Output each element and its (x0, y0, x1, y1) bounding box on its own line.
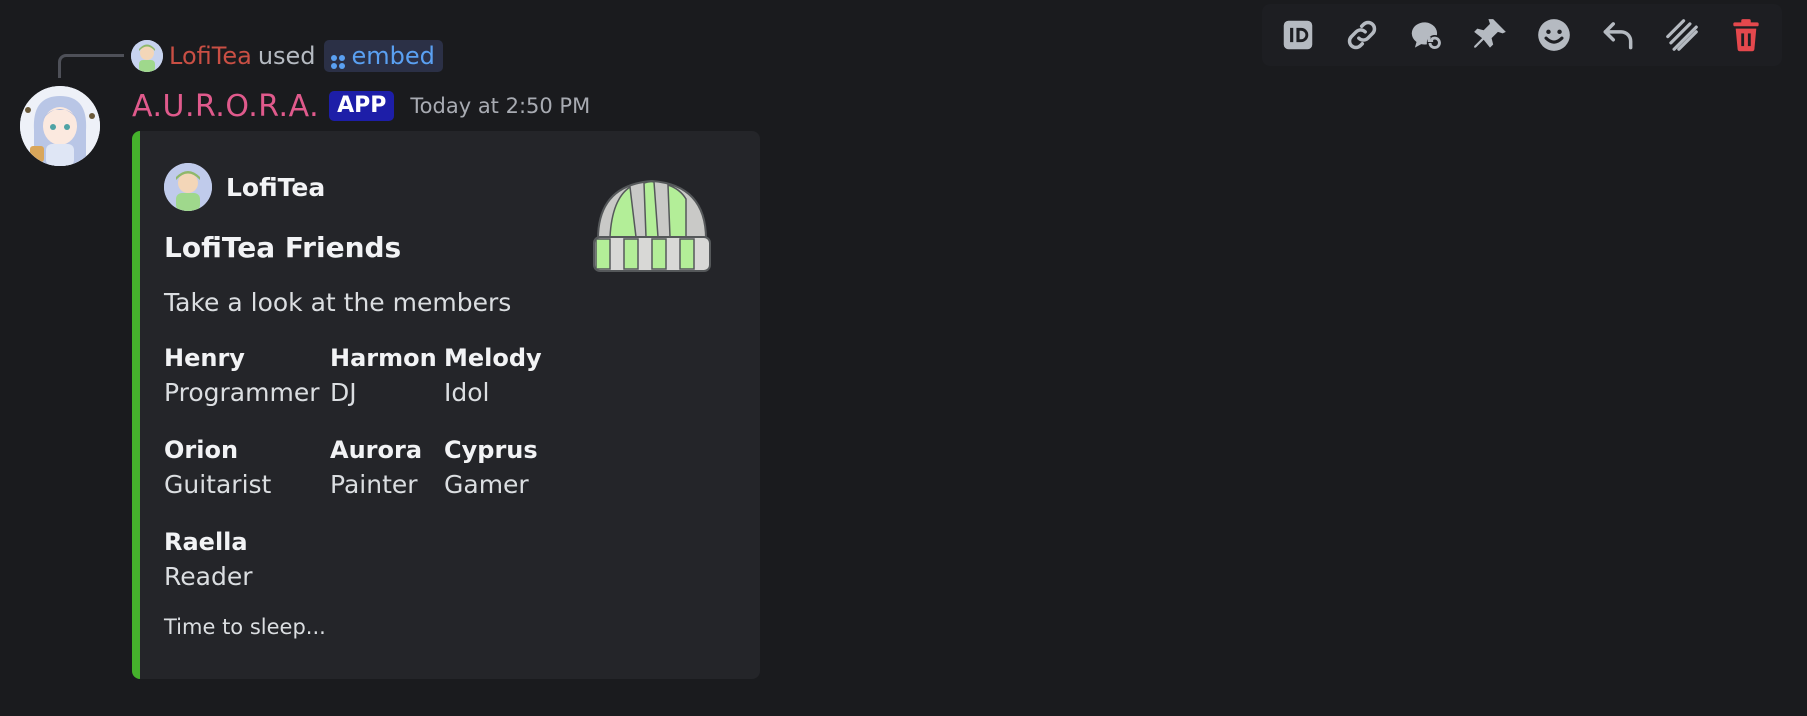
field-value: Idol (444, 378, 490, 407)
message-timestamp[interactable]: Today at 2:50 PM (410, 94, 590, 118)
field-name: Orion (164, 436, 239, 464)
field-name: Melody (444, 344, 542, 372)
message-row: LofiTea used embed A.U.R.O.R.A. APP Toda… (0, 0, 1807, 716)
embed-field: Aurora Painter (330, 433, 444, 503)
emoji-icon (1538, 19, 1570, 51)
field-name: Cyprus (444, 436, 538, 464)
pin-icon (1474, 19, 1506, 48)
embed-description: Take a look at the members (164, 288, 512, 317)
reply-spine (58, 54, 124, 78)
embed-field: Raella Reader (164, 525, 330, 595)
command-pill[interactable]: embed (323, 40, 443, 72)
bot-avatar[interactable] (20, 86, 100, 166)
delete-message-button[interactable] (1722, 11, 1770, 59)
embed-footer: Time to sleep... (164, 615, 326, 639)
copy-id-button[interactable] (1274, 11, 1322, 59)
field-value: Gamer (444, 470, 529, 499)
embed-thumbnail[interactable] (590, 175, 714, 279)
field-value: Reader (164, 562, 253, 591)
reply-used-text: used (257, 42, 316, 70)
pin-message-button[interactable] (1466, 11, 1514, 59)
message-header: A.U.R.O.R.A. APP Today at 2:50 PM (132, 86, 590, 126)
embed-field: Melody Idol (444, 341, 564, 411)
field-name: Harmon (330, 344, 437, 372)
embed-author: LofiTea (164, 163, 325, 211)
embed-field: Cyprus Gamer (444, 433, 564, 503)
reply-button[interactable] (1594, 11, 1642, 59)
field-value: Painter (330, 470, 418, 499)
app-command-icon (330, 48, 346, 69)
field-name: Aurora (330, 436, 423, 464)
field-value: DJ (330, 378, 357, 407)
thread-icon (1411, 22, 1443, 51)
embed-field: Harmon DJ (330, 341, 444, 411)
field-value: Programmer (164, 378, 320, 407)
bot-username[interactable]: A.U.R.O.R.A. (132, 89, 319, 124)
embed-card: LofiTea LofiTea Friends Take a look at t… (132, 131, 760, 679)
trash-icon (1733, 19, 1759, 52)
app-badge: APP (329, 91, 395, 121)
reply-username[interactable]: LofiTea (169, 42, 252, 70)
copy-link-button[interactable] (1338, 11, 1386, 59)
embed-author-avatar (164, 163, 212, 211)
embed-author-name[interactable]: LofiTea (226, 173, 325, 202)
link-icon (1347, 20, 1377, 50)
id-icon (1283, 20, 1313, 50)
tts-icon (1666, 19, 1698, 51)
reply-avatar[interactable] (131, 40, 163, 72)
embed-title: LofiTea Friends (164, 231, 402, 264)
embed-fields: Henry Programmer Harmon DJ Melody Idol O… (164, 341, 564, 595)
embed-field: Henry Programmer (164, 341, 330, 411)
message-actions-toolbar (1262, 4, 1782, 66)
embed-field: Orion Guitarist (164, 433, 330, 503)
command-usage-line: LofiTea used embed (131, 38, 443, 74)
field-name: Henry (164, 344, 245, 372)
field-name: Raella (164, 528, 248, 556)
command-name: embed (351, 42, 435, 70)
field-value: Guitarist (164, 470, 272, 499)
create-thread-button[interactable] (1402, 11, 1450, 59)
reply-icon (1603, 22, 1633, 50)
add-reaction-button[interactable] (1530, 11, 1578, 59)
text-to-speech-button[interactable] (1658, 11, 1706, 59)
